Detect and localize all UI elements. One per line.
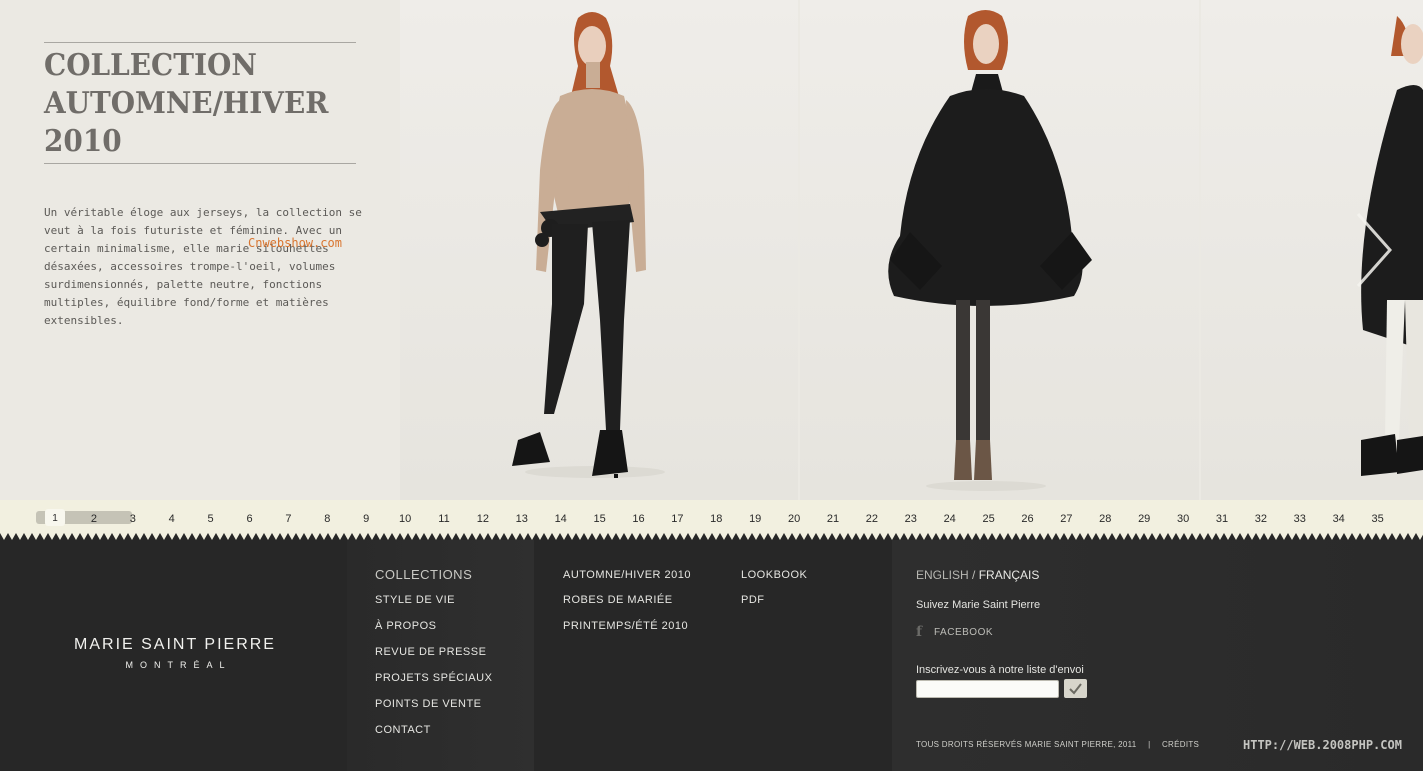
page-number-4[interactable]: 4	[157, 513, 187, 525]
page-number-29[interactable]: 29	[1129, 513, 1159, 525]
brand-logo[interactable]: MARIE SAINT PIERRE MONTRÉAL	[65, 636, 285, 670]
site-footer: MARIE SAINT PIERRE MONTRÉAL COLLECTIONS …	[0, 540, 1423, 771]
page-number-9[interactable]: 9	[351, 513, 381, 525]
nav-points-de-vente[interactable]: POINTS DE VENTE	[375, 697, 492, 723]
lang-francais[interactable]: FRANÇAIS	[979, 568, 1040, 582]
collections-nav: AUTOMNE/HIVER 2010 ROBES DE MARIÉE PRINT…	[563, 568, 691, 645]
collection-title: COLLECTION AUTOMNE/HIVER 2010	[44, 43, 334, 163]
page-number-16[interactable]: 16	[624, 513, 654, 525]
nav-style-de-vie[interactable]: STYLE DE VIE	[375, 593, 492, 619]
page-number-26[interactable]: 26	[1013, 513, 1043, 525]
look-photo-2[interactable]	[800, 0, 1199, 500]
look-photo-1[interactable]	[400, 0, 798, 500]
watermark-url: HTTP://WEB.2008PHP.COM	[1243, 738, 1402, 752]
model-figure	[888, 10, 1092, 491]
nav-lookbook[interactable]: LOOKBOOK	[741, 568, 807, 593]
collection-description: Un véritable éloge aux jerseys, la colle…	[44, 206, 362, 327]
brand-city: MONTRÉAL	[125, 660, 232, 670]
nav-printemps-ete-2010[interactable]: PRINTEMPS/ÉTÉ 2010	[563, 619, 691, 645]
page-number-5[interactable]: 5	[196, 513, 226, 525]
main-nav: COLLECTIONS STYLE DE VIE À PROPOS REVUE …	[375, 568, 492, 749]
collection-intro: COLLECTION AUTOMNE/HIVER 2010 Un véritab…	[44, 42, 362, 330]
facebook-label: FACEBOOK	[934, 626, 994, 638]
page-number-28[interactable]: 28	[1090, 513, 1120, 525]
checkmark-icon	[1069, 683, 1082, 695]
page-number-2[interactable]: 2	[79, 513, 109, 525]
newsletter-label: Inscrivez-vous à notre liste d'envoi	[916, 664, 1084, 676]
copyright-separator: |	[1148, 740, 1151, 749]
title-rule-bottom	[44, 163, 356, 164]
facebook-icon: f	[916, 624, 923, 640]
page-number-25[interactable]: 25	[974, 513, 1004, 525]
page-number-13[interactable]: 13	[507, 513, 537, 525]
page-number-18[interactable]: 18	[701, 513, 731, 525]
nav-robes-de-mariee[interactable]: ROBES DE MARIÉE	[563, 593, 691, 619]
nav-contact[interactable]: CONTACT	[375, 723, 492, 749]
page-number-10[interactable]: 10	[390, 513, 420, 525]
page-number-11[interactable]: 11	[429, 513, 459, 525]
nav-automne-hiver-2010[interactable]: AUTOMNE/HIVER 2010	[563, 568, 691, 593]
page-number-27[interactable]: 27	[1051, 513, 1081, 525]
page-number-19[interactable]: 19	[740, 513, 770, 525]
page-number-15[interactable]: 15	[585, 513, 615, 525]
page-number-34[interactable]: 34	[1324, 513, 1354, 525]
nav-collections[interactable]: COLLECTIONS	[375, 568, 492, 593]
nav-projets-speciaux[interactable]: PROJETS SPÉCIAUX	[375, 671, 492, 697]
newsletter-submit-button[interactable]	[1064, 679, 1087, 698]
model-figure	[512, 12, 665, 478]
credits-link[interactable]: CRÉDITS	[1162, 740, 1199, 749]
nav-pdf[interactable]: PDF	[741, 593, 807, 619]
nav-a-propos[interactable]: À PROPOS	[375, 619, 492, 645]
page-number-20[interactable]: 20	[779, 513, 809, 525]
page-number-30[interactable]: 30	[1168, 513, 1198, 525]
facebook-link[interactable]: f FACEBOOK	[916, 625, 993, 639]
page-number-17[interactable]: 17	[662, 513, 692, 525]
page-number-22[interactable]: 22	[857, 513, 887, 525]
hero-area: COLLECTION AUTOMNE/HIVER 2010 Un véritab…	[0, 0, 1423, 500]
page-number-31[interactable]: 31	[1207, 513, 1237, 525]
page-number-21[interactable]: 21	[818, 513, 848, 525]
newsletter-email-input[interactable]	[916, 680, 1059, 698]
page-number-12[interactable]: 12	[468, 513, 498, 525]
title-line: 2010	[44, 124, 122, 159]
page-number-3[interactable]: 3	[118, 513, 148, 525]
copyright-text: TOUS DROITS RÉSERVÉS MARIE SAINT PIERRE,…	[916, 740, 1137, 749]
page-number-23[interactable]: 23	[896, 513, 926, 525]
follow-text: Suivez Marie Saint Pierre	[916, 599, 1041, 611]
page-number-24[interactable]: 24	[935, 513, 965, 525]
page-number-33[interactable]: 33	[1285, 513, 1315, 525]
page-number-35[interactable]: 35	[1363, 513, 1393, 525]
media-nav: LOOKBOOK PDF	[741, 568, 807, 619]
title-line: AUTOMNE/HIVER	[44, 86, 329, 121]
page-number-8[interactable]: 8	[312, 513, 342, 525]
language-switch: ENGLISH / FRANÇAIS	[916, 568, 1039, 582]
lang-separator: /	[972, 568, 976, 582]
page-number-7[interactable]: 7	[273, 513, 303, 525]
watermark-text: Cnwebshow.com	[248, 236, 342, 250]
page-number-1[interactable]: 1	[40, 513, 70, 524]
lang-english[interactable]: ENGLISH	[916, 568, 969, 582]
nav-revue-de-presse[interactable]: REVUE DE PRESSE	[375, 645, 492, 671]
page-number-6[interactable]: 6	[235, 513, 265, 525]
brand-name: MARIE SAINT PIERRE	[74, 636, 276, 653]
chevron-right-icon[interactable]	[1352, 212, 1394, 288]
page-number-32[interactable]: 32	[1246, 513, 1276, 525]
title-line: COLLECTION	[44, 48, 257, 83]
copyright-line: TOUS DROITS RÉSERVÉS MARIE SAINT PIERRE,…	[916, 740, 1199, 749]
page-number-14[interactable]: 14	[546, 513, 576, 525]
